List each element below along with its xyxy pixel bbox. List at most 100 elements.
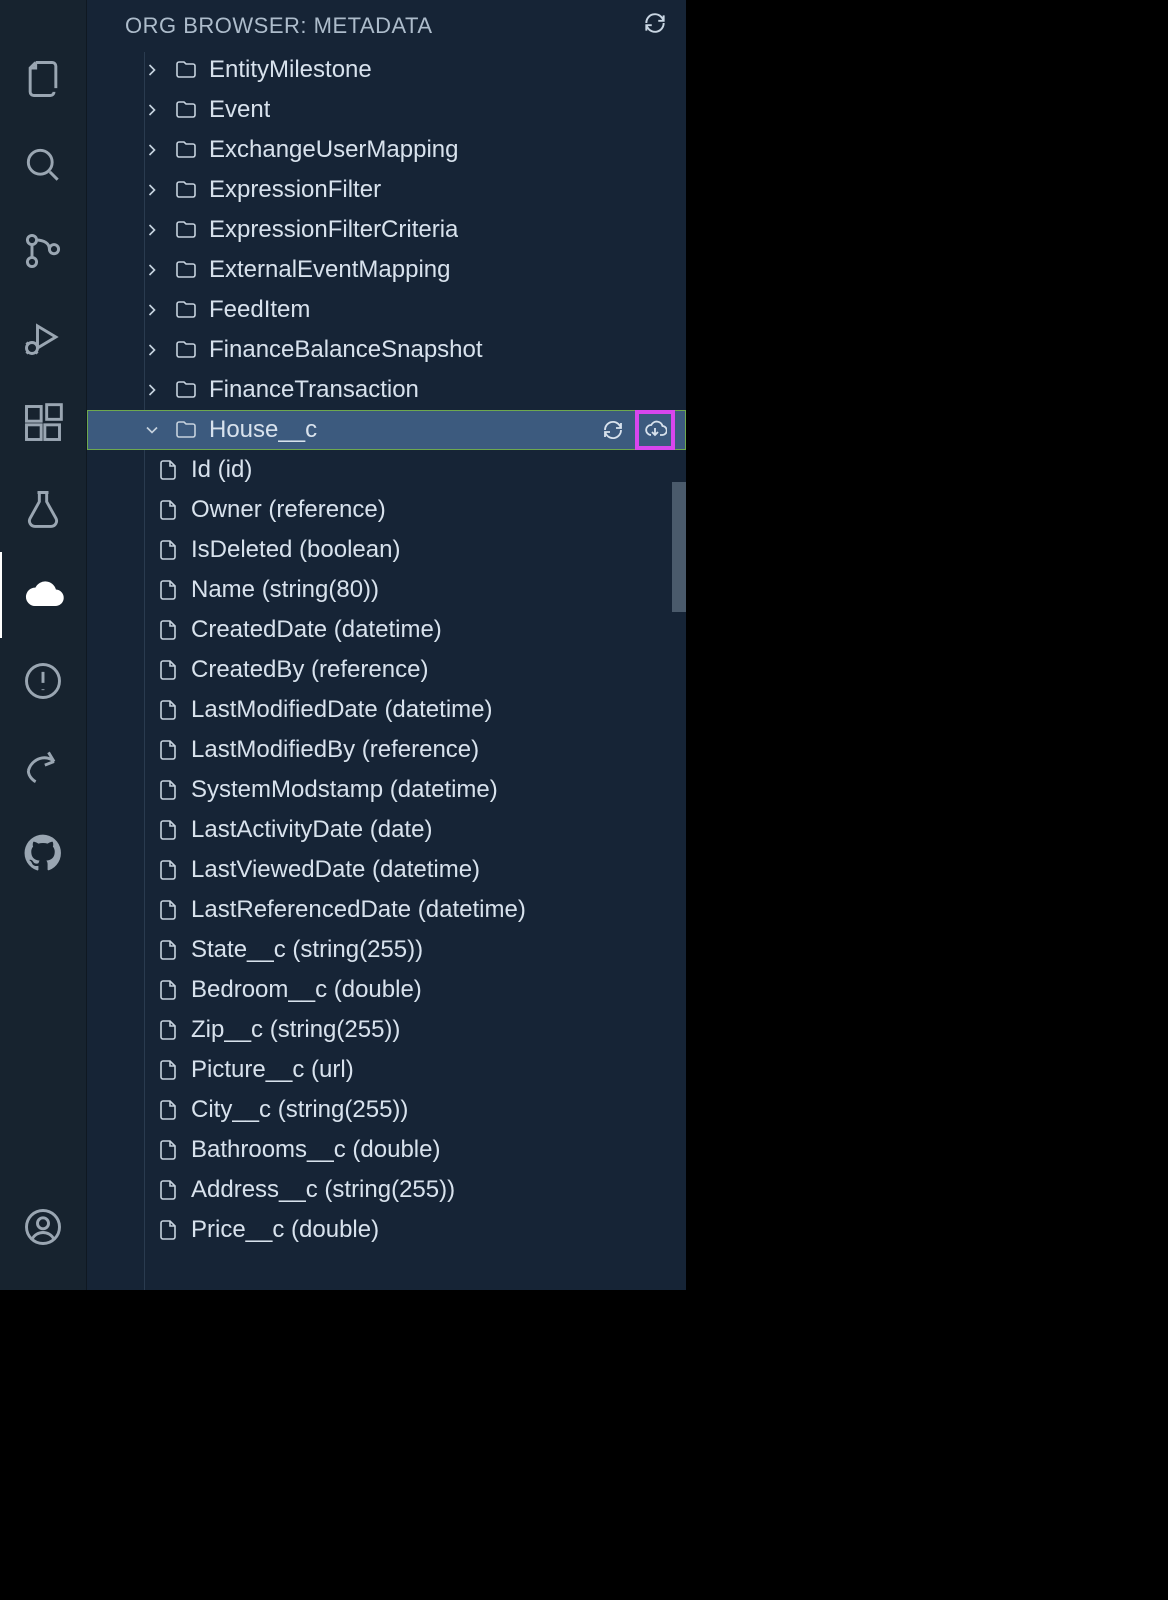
- field-label: CreatedDate (datetime): [191, 616, 442, 644]
- folder-icon: [173, 257, 199, 283]
- folder-icon: [173, 137, 199, 163]
- field-label: Owner (reference): [191, 496, 386, 524]
- folder-icon: [173, 417, 199, 443]
- tree-field[interactable]: Price__c (double): [87, 1210, 686, 1250]
- search-icon[interactable]: [0, 122, 86, 208]
- field-label: LastReferencedDate (datetime): [191, 896, 526, 924]
- file-icon: [155, 1097, 181, 1123]
- tree-field[interactable]: Id (id): [87, 450, 686, 490]
- run-debug-icon[interactable]: [0, 294, 86, 380]
- source-control-icon[interactable]: [0, 208, 86, 294]
- chevron-right-icon: [141, 299, 163, 321]
- tree-field[interactable]: City__c (string(255)): [87, 1090, 686, 1130]
- tree-field[interactable]: IsDeleted (boolean): [87, 530, 686, 570]
- tree-field[interactable]: SystemModstamp (datetime): [87, 770, 686, 810]
- file-icon: [155, 537, 181, 563]
- field-label: CreatedBy (reference): [191, 656, 428, 684]
- refresh-header-button[interactable]: [642, 10, 668, 42]
- tree-field[interactable]: CreatedDate (datetime): [87, 610, 686, 650]
- tree-field[interactable]: Zip__c (string(255)): [87, 1010, 686, 1050]
- folder-icon: [173, 377, 199, 403]
- folder-label: ExternalEventMapping: [209, 256, 450, 284]
- tree-folder[interactable]: FinanceTransaction: [87, 370, 686, 410]
- tree-field[interactable]: State__c (string(255)): [87, 930, 686, 970]
- field-label: Address__c (string(255)): [191, 1176, 455, 1204]
- field-label: Price__c (double): [191, 1216, 379, 1244]
- field-label: IsDeleted (boolean): [191, 536, 400, 564]
- sidebar-panel: ORG BROWSER: METADATA EntityMilestone Ev…: [86, 0, 686, 1290]
- salesforce-cloud-icon[interactable]: [0, 552, 86, 638]
- problems-icon[interactable]: [0, 638, 86, 724]
- testing-icon[interactable]: [0, 466, 86, 552]
- tree-field[interactable]: LastViewedDate (datetime): [87, 850, 686, 890]
- folder-label: Event: [209, 96, 270, 124]
- chevron-right-icon: [141, 179, 163, 201]
- field-label: LastViewedDate (datetime): [191, 856, 480, 884]
- github-icon[interactable]: [0, 810, 86, 896]
- tree-folder-house-c[interactable]: House__c: [87, 410, 686, 450]
- field-label: Id (id): [191, 456, 252, 484]
- accounts-icon[interactable]: [0, 1184, 86, 1270]
- tree-field[interactable]: Name (string(80)): [87, 570, 686, 610]
- sidebar-title: ORG BROWSER: METADATA: [125, 13, 433, 39]
- scrollbar-thumb[interactable]: [672, 482, 686, 612]
- retrieve-source-button[interactable]: [638, 413, 672, 447]
- folder-icon: [173, 177, 199, 203]
- folder-label: FinanceTransaction: [209, 376, 419, 404]
- chevron-right-icon: [141, 99, 163, 121]
- tree-field[interactable]: LastModifiedDate (datetime): [87, 690, 686, 730]
- file-icon: [155, 497, 181, 523]
- file-icon: [155, 1217, 181, 1243]
- folder-label: FinanceBalanceSnapshot: [209, 336, 483, 364]
- field-label: City__c (string(255)): [191, 1096, 408, 1124]
- tree-folder[interactable]: ExpressionFilterCriteria: [87, 210, 686, 250]
- tree-folder[interactable]: EntityMilestone: [87, 52, 686, 90]
- field-label: State__c (string(255)): [191, 936, 423, 964]
- tree-field[interactable]: CreatedBy (reference): [87, 650, 686, 690]
- folder-icon: [173, 337, 199, 363]
- folder-label: ExpressionFilter: [209, 176, 381, 204]
- tree-field[interactable]: LastActivityDate (date): [87, 810, 686, 850]
- chevron-right-icon: [141, 219, 163, 241]
- refresh-row-button[interactable]: [596, 413, 630, 447]
- tree-field[interactable]: LastReferencedDate (datetime): [87, 890, 686, 930]
- folder-label: FeedItem: [209, 296, 310, 324]
- file-icon: [155, 897, 181, 923]
- chevron-right-icon: [141, 259, 163, 281]
- tree-folder[interactable]: ExchangeUserMapping: [87, 130, 686, 170]
- file-icon: [155, 817, 181, 843]
- tree-field[interactable]: Address__c (string(255)): [87, 1170, 686, 1210]
- tree-folder[interactable]: ExternalEventMapping: [87, 250, 686, 290]
- chevron-down-icon: [141, 419, 163, 441]
- file-icon: [155, 857, 181, 883]
- tree-folder[interactable]: FeedItem: [87, 290, 686, 330]
- field-label: SystemModstamp (datetime): [191, 776, 498, 804]
- field-label: LastActivityDate (date): [191, 816, 432, 844]
- tree-folder[interactable]: FinanceBalanceSnapshot: [87, 330, 686, 370]
- field-label: Name (string(80)): [191, 576, 379, 604]
- tree-field[interactable]: Bathrooms__c (double): [87, 1130, 686, 1170]
- tree-field[interactable]: Picture__c (url): [87, 1050, 686, 1090]
- file-icon: [155, 617, 181, 643]
- file-icon: [155, 737, 181, 763]
- explorer-icon[interactable]: [0, 36, 86, 122]
- sidebar-header: ORG BROWSER: METADATA: [87, 0, 686, 52]
- folder-icon: [173, 57, 199, 83]
- file-icon: [155, 1137, 181, 1163]
- folder-label: House__c: [209, 416, 317, 444]
- extensions-icon[interactable]: [0, 380, 86, 466]
- file-icon: [155, 977, 181, 1003]
- tree-field[interactable]: Bedroom__c (double): [87, 970, 686, 1010]
- tree-folder[interactable]: Event: [87, 90, 686, 130]
- field-label: Zip__c (string(255)): [191, 1016, 400, 1044]
- tree-field[interactable]: Owner (reference): [87, 490, 686, 530]
- field-label: Bathrooms__c (double): [191, 1136, 440, 1164]
- metadata-tree: EntityMilestone Event ExchangeUserMappin…: [87, 52, 686, 1290]
- editor-area: [686, 0, 1168, 1290]
- blank-area: [0, 1290, 1168, 1600]
- tree-folder[interactable]: ExpressionFilter: [87, 170, 686, 210]
- share-icon[interactable]: [0, 724, 86, 810]
- tree-field[interactable]: LastModifiedBy (reference): [87, 730, 686, 770]
- file-icon: [155, 1017, 181, 1043]
- chevron-right-icon: [141, 339, 163, 361]
